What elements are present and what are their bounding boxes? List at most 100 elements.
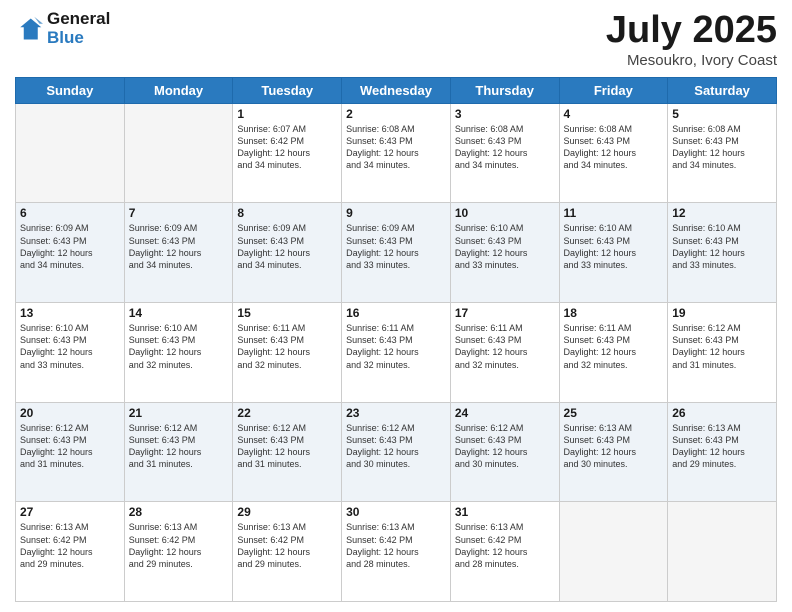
calendar-table: Sunday Monday Tuesday Wednesday Thursday… (15, 77, 777, 602)
day-info: Sunrise: 6:08 AM Sunset: 6:43 PM Dayligh… (346, 123, 446, 172)
day-number: 29 (237, 505, 337, 519)
day-info: Sunrise: 6:13 AM Sunset: 6:42 PM Dayligh… (455, 521, 555, 570)
day-info: Sunrise: 6:12 AM Sunset: 6:43 PM Dayligh… (346, 422, 446, 471)
table-row: 16 Sunrise: 6:11 AM Sunset: 6:43 PM Dayli… (342, 303, 451, 403)
table-row: 14 Sunrise: 6:10 AM Sunset: 6:43 PM Dayli… (124, 303, 233, 403)
day-number: 30 (346, 505, 446, 519)
table-row: 10 Sunrise: 6:10 AM Sunset: 6:43 PM Dayli… (450, 203, 559, 303)
table-row: 5Sunrise: 6:08 AM Sunset: 6:43 PM Daylig… (668, 103, 777, 203)
day-number: 4 (564, 107, 664, 121)
day-info: Sunrise: 6:09 AM Sunset: 6:43 PM Dayligh… (129, 222, 229, 271)
day-number: 19 (672, 306, 772, 320)
calendar-header-row: Sunday Monday Tuesday Wednesday Thursday… (16, 77, 777, 103)
logo-icon (15, 15, 43, 43)
day-number: 24 (455, 406, 555, 420)
day-info: Sunrise: 6:09 AM Sunset: 6:43 PM Dayligh… (20, 222, 120, 271)
day-number: 9 (346, 206, 446, 220)
table-row: 20 Sunrise: 6:12 AM Sunset: 6:43 PM Dayli… (16, 402, 125, 502)
day-info: Sunrise: 6:08 AM Sunset: 6:43 PM Dayligh… (564, 123, 664, 172)
table-row (668, 502, 777, 602)
header: General Blue July 2025 Mesoukro, Ivory C… (15, 10, 777, 69)
day-number: 5 (672, 107, 772, 121)
calendar-week-row: 1 Sunrise: 6:07 AM Sunset: 6:42 PM Daylig… (16, 103, 777, 203)
day-number: 16 (346, 306, 446, 320)
table-row: 28 Sunrise: 6:13 AM Sunset: 6:42 PM Dayli… (124, 502, 233, 602)
day-number: 21 (129, 406, 229, 420)
table-row (559, 502, 668, 602)
col-thursday: Thursday (450, 77, 559, 103)
table-row: 4 Sunrise: 6:08 AM Sunset: 6:43 PM Daylig… (559, 103, 668, 203)
day-info: Sunrise: 6:11 AM Sunset: 6:43 PM Dayligh… (346, 322, 446, 371)
day-number: 13 (20, 306, 120, 320)
day-info: Sunrise: 6:12 AM Sunset: 6:43 PM Dayligh… (129, 422, 229, 471)
day-info: Sunrise: 6:10 AM Sunset: 6:43 PM Dayligh… (455, 222, 555, 271)
day-info: Sunrise: 6:12 AM Sunset: 6:43 PM Dayligh… (455, 422, 555, 471)
day-number: 14 (129, 306, 229, 320)
day-number: 31 (455, 505, 555, 519)
table-row: 17Sunrise: 6:11 AM Sunset: 6:43 PM Dayli… (450, 303, 559, 403)
day-info: Sunrise: 6:10 AM Sunset: 6:43 PM Dayligh… (672, 222, 772, 271)
calendar-week-row: 13 Sunrise: 6:10 AM Sunset: 6:43 PM Dayli… (16, 303, 777, 403)
logo-blue: Blue (47, 29, 110, 48)
day-number: 18 (564, 306, 664, 320)
day-info: Sunrise: 6:09 AM Sunset: 6:43 PM Dayligh… (346, 222, 446, 271)
col-monday: Monday (124, 77, 233, 103)
day-info: Sunrise: 6:10 AM Sunset: 6:43 PM Dayligh… (20, 322, 120, 371)
day-info: Sunrise: 6:13 AM Sunset: 6:42 PM Dayligh… (346, 521, 446, 570)
table-row: 9 Sunrise: 6:09 AM Sunset: 6:43 PM Daylig… (342, 203, 451, 303)
day-number: 6 (20, 206, 120, 220)
day-info: Sunrise: 6:12 AM Sunset: 6:43 PM Dayligh… (672, 322, 772, 371)
table-row (124, 103, 233, 203)
day-info: Sunrise: 6:13 AM Sunset: 6:43 PM Dayligh… (672, 422, 772, 471)
calendar-week-row: 6 Sunrise: 6:09 AM Sunset: 6:43 PM Daylig… (16, 203, 777, 303)
calendar-week-row: 20 Sunrise: 6:12 AM Sunset: 6:43 PM Dayli… (16, 402, 777, 502)
day-info: Sunrise: 6:12 AM Sunset: 6:43 PM Dayligh… (237, 422, 337, 471)
table-row: 8 Sunrise: 6:09 AM Sunset: 6:43 PM Daylig… (233, 203, 342, 303)
table-row: 21 Sunrise: 6:12 AM Sunset: 6:43 PM Dayli… (124, 402, 233, 502)
day-info: Sunrise: 6:10 AM Sunset: 6:43 PM Dayligh… (564, 222, 664, 271)
col-wednesday: Wednesday (342, 77, 451, 103)
day-info: Sunrise: 6:13 AM Sunset: 6:42 PM Dayligh… (20, 521, 120, 570)
title-block: July 2025 Mesoukro, Ivory Coast (606, 10, 777, 69)
col-tuesday: Tuesday (233, 77, 342, 103)
table-row: 19 Sunrise: 6:12 AM Sunset: 6:43 PM Dayli… (668, 303, 777, 403)
day-info: Sunrise: 6:12 AM Sunset: 6:43 PM Dayligh… (20, 422, 120, 471)
table-row: 27Sunrise: 6:13 AM Sunset: 6:42 PM Dayli… (16, 502, 125, 602)
table-row: 3Sunrise: 6:08 AM Sunset: 6:43 PM Daylig… (450, 103, 559, 203)
day-number: 20 (20, 406, 120, 420)
logo-general: General (47, 10, 110, 29)
logo: General Blue (15, 10, 110, 47)
day-info: Sunrise: 6:09 AM Sunset: 6:43 PM Dayligh… (237, 222, 337, 271)
day-number: 10 (455, 206, 555, 220)
table-row: 26 Sunrise: 6:13 AM Sunset: 6:43 PM Dayli… (668, 402, 777, 502)
day-number: 15 (237, 306, 337, 320)
table-row: 31 Sunrise: 6:13 AM Sunset: 6:42 PM Dayli… (450, 502, 559, 602)
day-number: 8 (237, 206, 337, 220)
table-row: 1 Sunrise: 6:07 AM Sunset: 6:42 PM Daylig… (233, 103, 342, 203)
table-row: 13 Sunrise: 6:10 AM Sunset: 6:43 PM Dayli… (16, 303, 125, 403)
day-number: 26 (672, 406, 772, 420)
day-info: Sunrise: 6:07 AM Sunset: 6:42 PM Dayligh… (237, 123, 337, 172)
day-info: Sunrise: 6:13 AM Sunset: 6:43 PM Dayligh… (564, 422, 664, 471)
table-row: 7Sunrise: 6:09 AM Sunset: 6:43 PM Daylig… (124, 203, 233, 303)
table-row: 15Sunrise: 6:11 AM Sunset: 6:43 PM Dayli… (233, 303, 342, 403)
day-info: Sunrise: 6:10 AM Sunset: 6:43 PM Dayligh… (129, 322, 229, 371)
day-number: 12 (672, 206, 772, 220)
day-info: Sunrise: 6:13 AM Sunset: 6:42 PM Dayligh… (129, 521, 229, 570)
calendar-week-row: 27Sunrise: 6:13 AM Sunset: 6:42 PM Dayli… (16, 502, 777, 602)
col-friday: Friday (559, 77, 668, 103)
table-row: 30 Sunrise: 6:13 AM Sunset: 6:42 PM Dayli… (342, 502, 451, 602)
table-row: 18Sunrise: 6:11 AM Sunset: 6:43 PM Dayli… (559, 303, 668, 403)
day-number: 1 (237, 107, 337, 121)
main-title: July 2025 (606, 10, 777, 52)
table-row: 25 Sunrise: 6:13 AM Sunset: 6:43 PM Dayli… (559, 402, 668, 502)
day-number: 11 (564, 206, 664, 220)
day-number: 25 (564, 406, 664, 420)
day-number: 28 (129, 505, 229, 519)
day-number: 22 (237, 406, 337, 420)
day-number: 23 (346, 406, 446, 420)
col-saturday: Saturday (668, 77, 777, 103)
subtitle: Mesoukro, Ivory Coast (606, 52, 777, 69)
table-row: 12 Sunrise: 6:10 AM Sunset: 6:43 PM Dayli… (668, 203, 777, 303)
day-number: 2 (346, 107, 446, 121)
